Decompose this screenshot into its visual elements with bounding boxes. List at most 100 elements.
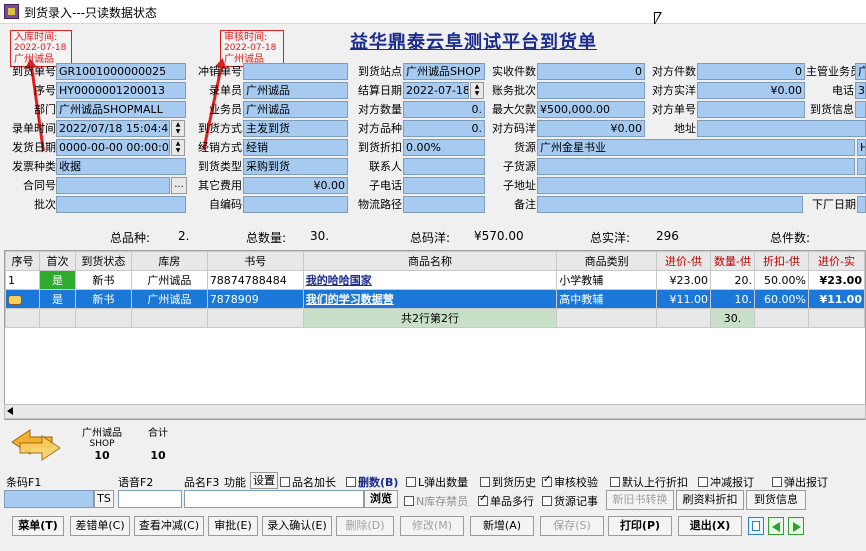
address-field[interactable] — [697, 120, 866, 137]
cell-seq[interactable] — [5, 289, 40, 309]
peer-pieces-field[interactable]: 0 — [697, 63, 805, 80]
source-field[interactable]: 广州金星书业 — [537, 139, 855, 156]
checkbox-icon[interactable] — [610, 477, 620, 487]
exit-button[interactable]: 退出(X) — [678, 516, 742, 536]
contact-field[interactable] — [403, 158, 485, 175]
due-date-field[interactable] — [857, 196, 866, 213]
logistics-field[interactable] — [403, 196, 485, 213]
col-first[interactable]: 首次 — [38, 251, 76, 271]
cell-status[interactable]: 新书 — [74, 270, 132, 290]
checkbox-icon[interactable] — [404, 496, 414, 506]
col-status[interactable]: 到货状态 — [74, 251, 132, 271]
nav-prev-icon[interactable] — [768, 517, 784, 535]
peer-qty-field[interactable]: 0. — [403, 101, 485, 118]
cb-n-stock[interactable]: N库存禁员 — [404, 493, 468, 509]
arrival-info-button[interactable]: 到货信息 — [746, 490, 806, 510]
checkbox-icon[interactable] — [542, 496, 552, 506]
recorder-field[interactable]: 广州诚品 — [243, 82, 348, 99]
browse-button[interactable]: 浏览 — [364, 490, 398, 508]
self-code-field[interactable] — [243, 196, 348, 213]
convert-button[interactable]: 新旧书转换 — [606, 490, 674, 510]
checkbox-icon[interactable] — [698, 477, 708, 487]
checkbox-icon[interactable] — [480, 477, 490, 487]
ts-button[interactable]: TS — [94, 490, 114, 508]
col-qty[interactable]: 数量-供 — [710, 251, 755, 271]
actual-field[interactable]: 0 — [537, 63, 645, 80]
cb-delete[interactable]: 删数(B) — [346, 474, 398, 490]
swap-arrows-icon[interactable] — [8, 428, 64, 462]
cell-price[interactable]: ¥23.00 — [656, 270, 712, 290]
cell-real[interactable]: ¥11.00 — [807, 289, 865, 309]
scroll-left-icon[interactable] — [7, 407, 13, 415]
ship-date-field[interactable]: 0000-00-00 00:00:00 — [56, 139, 170, 156]
entry-time-spinner[interactable]: ▲ ▼ — [171, 120, 185, 137]
cell-real[interactable]: ¥23.00 — [807, 270, 865, 290]
cell-first[interactable]: 是 — [38, 270, 76, 290]
refresh-discount-button[interactable]: 刷资料折扣 — [676, 490, 744, 510]
cell-name[interactable]: 我的哈哈国家 — [302, 270, 558, 290]
col-disc[interactable]: 折扣-供 — [754, 251, 809, 271]
arrival-mode-field[interactable]: 主发到货 — [243, 120, 348, 137]
settle-date-field[interactable]: 2022-07-18 — [403, 82, 469, 99]
checkbox-checked-icon[interactable] — [542, 474, 552, 487]
menu-button[interactable]: 菜单(T) — [12, 516, 64, 536]
contract-browse-button[interactable]: ... — [171, 177, 187, 194]
grid-horizontal-scrollbar[interactable] — [4, 404, 866, 419]
add-button[interactable]: 新增(A) — [470, 516, 534, 536]
edit-button[interactable]: 修改(M) — [400, 516, 464, 536]
col-store[interactable]: 库房 — [130, 251, 208, 271]
view-offset-button[interactable]: 查看冲减(C) — [134, 516, 204, 536]
cell-seq[interactable]: 1 — [5, 270, 40, 290]
offset-field[interactable] — [243, 63, 348, 80]
error-order-button[interactable]: 差错单(C) — [70, 516, 130, 536]
entry-confirm-button[interactable]: 录入确认(E) — [262, 516, 332, 536]
entry-time-field[interactable]: 2022/07/18 15:04:49 — [56, 120, 170, 137]
cb-l-qty[interactable]: L弹出数量 — [406, 474, 468, 490]
cell-price[interactable]: ¥11.00 — [656, 289, 712, 309]
cell-status[interactable]: 新书 — [74, 289, 132, 309]
col-category[interactable]: 商品类别 — [556, 251, 658, 271]
col-isbn[interactable]: 书号 — [206, 251, 304, 271]
cell-store[interactable]: 广州诚品 — [130, 270, 208, 290]
checkbox-icon[interactable] — [280, 477, 290, 487]
phone-field[interactable]: 34 — [855, 82, 866, 99]
checkbox-checked-icon[interactable] — [478, 493, 488, 506]
col-name[interactable]: 商品名称 — [302, 251, 558, 271]
cell-disc[interactable]: 50.00% — [754, 270, 809, 290]
col-seq[interactable]: 序号 — [5, 251, 40, 271]
save-button[interactable]: 保存(S) — [540, 516, 604, 536]
print-button[interactable]: 打印(P) — [608, 516, 672, 536]
delete-button[interactable]: 删除(D) — [336, 516, 394, 536]
source-extra-field[interactable]: H — [857, 139, 866, 156]
remark-field[interactable] — [537, 196, 803, 213]
nav-next-icon[interactable] — [788, 517, 804, 535]
checkbox-icon[interactable] — [772, 477, 782, 487]
settings-button[interactable]: 设置 — [250, 472, 278, 489]
peer-real-field[interactable]: ¥0.00 — [697, 82, 805, 99]
cell-category[interactable]: 高中教辅 — [556, 289, 658, 309]
other-fee-field[interactable]: ¥0.00 — [243, 177, 348, 194]
table-row[interactable]: 是 新书 广州诚品 7878909 我们的学习数据营 高中教辅 ¥11.00 1… — [5, 289, 865, 309]
peer-code-field[interactable]: ¥0.00 — [537, 120, 645, 137]
checkbox-icon[interactable] — [406, 477, 416, 487]
ledger-field[interactable] — [537, 82, 645, 99]
barcode-input[interactable] — [4, 490, 94, 508]
cb-multi-row[interactable]: 单品多行 — [478, 493, 534, 509]
approve-button[interactable]: 审批(E) — [208, 516, 258, 536]
station-field[interactable]: 广州诚品SHOP — [403, 63, 485, 80]
nav-first-icon[interactable] — [748, 517, 764, 535]
peer-kinds-field[interactable]: 0. — [403, 120, 485, 137]
cb-offset-report[interactable]: 冲减报订 — [698, 474, 754, 490]
ship-date-spinner[interactable]: ▲ ▼ — [171, 139, 185, 156]
items-grid[interactable]: 序号 首次 到货状态 库房 书号 商品名称 商品类别 进价-供 数量-供 折扣-… — [4, 250, 866, 420]
cell-first[interactable]: 是 — [38, 289, 76, 309]
sub-source-field[interactable] — [537, 158, 855, 175]
cb-source-log[interactable]: 货源记事 — [542, 493, 598, 509]
max-debt-field[interactable]: ¥500,000.00 — [537, 101, 645, 118]
contract-field[interactable] — [56, 177, 170, 194]
dept-field[interactable]: 广州诚品SHOPMALL — [56, 101, 186, 118]
cell-name[interactable]: 我们的学习数据营 — [302, 289, 558, 309]
manager-field[interactable]: 广 — [855, 63, 866, 80]
cb-name-long[interactable]: 品名加长 — [280, 474, 336, 490]
cb-popup-report[interactable]: 弹出报订 — [772, 474, 828, 490]
